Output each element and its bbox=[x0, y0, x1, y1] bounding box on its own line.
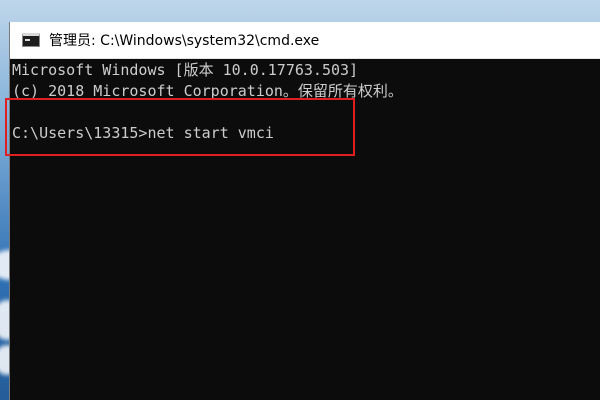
red-highlight-box bbox=[5, 98, 355, 156]
cmd-console-icon bbox=[22, 33, 40, 47]
window-titlebar[interactable]: 管理员: C:\Windows\system32\cmd.exe bbox=[10, 22, 600, 59]
cmd-window[interactable]: 管理员: C:\Windows\system32\cmd.exe Microso… bbox=[10, 22, 600, 400]
console-line-version: Microsoft Windows [版本 10.0.17763.503] bbox=[12, 61, 359, 79]
window-title: 管理员: C:\Windows\system32\cmd.exe bbox=[49, 33, 320, 49]
